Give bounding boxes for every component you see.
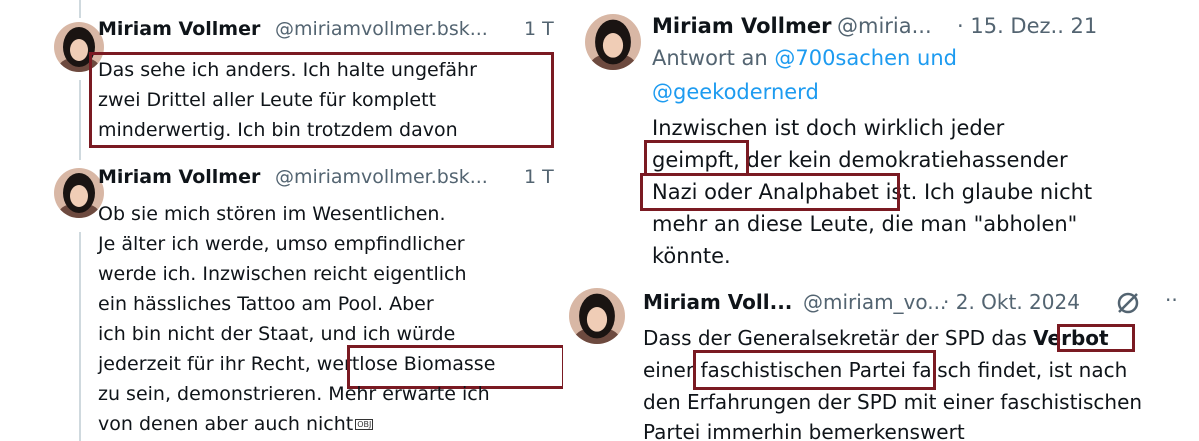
tweet-text-line: Partei immerhin bemerkenswert xyxy=(643,420,965,441)
avatar[interactable] xyxy=(585,14,641,70)
thread-panel-left: Miriam Vollmer @miriamvollmer.bsk... 1 T… xyxy=(0,0,563,441)
highlight-box xyxy=(644,140,749,176)
tweet-text-line: zu sein, demonstrieren. Mehr erwarte ich xyxy=(98,383,490,405)
author-name[interactable]: Miriam Vollmer xyxy=(98,166,260,188)
timestamp[interactable]: 1 T xyxy=(524,166,554,188)
tweet-text-segment: falsch findet, ist nach xyxy=(912,358,1128,382)
tweet-text-line: Dass der Generalsekretär der SPD das Ver… xyxy=(643,326,1109,350)
tweet-text-segment: ist. Ich glaube nicht xyxy=(885,180,1093,204)
reply-and: und xyxy=(917,46,957,70)
highlight-box xyxy=(693,350,936,390)
tweet-text-line: könnte. xyxy=(652,244,731,268)
tweet-text-line: Je älter ich werde, umso empfindlicher xyxy=(98,233,465,255)
tweet-text-line: mehr an diese Leute, die man "abholen" xyxy=(652,212,1078,236)
timestamp[interactable]: · 15. Dez.. 21 xyxy=(957,14,1097,38)
avatar[interactable] xyxy=(569,288,625,344)
object-replacement-glyph: OBJ xyxy=(355,419,374,430)
tweet-panel-bottom-right: Miriam Voll... @miriam_vo... · 2. Okt. 2… xyxy=(567,268,1199,441)
author-name[interactable]: Miriam Vollmer xyxy=(652,14,831,38)
tweet-text-line: ich bin nicht der Staat, und ich würde xyxy=(98,323,456,345)
tweet-text-line: ein hässliches Tattoo am Pool. Aber xyxy=(98,293,434,315)
tweet-text-segment: Dass der Generalsekretär der SPD das xyxy=(643,326,1027,350)
tweet-text-line: werde ich. Inzwischen reicht eigentlich xyxy=(98,263,467,285)
mention-link[interactable]: @geekodernerd xyxy=(652,80,819,104)
author-name[interactable]: Miriam Voll... xyxy=(643,290,792,314)
tweet-text-line: Ob sie mich stören im Wesentlichen. xyxy=(98,203,446,225)
highlight-box xyxy=(640,173,900,211)
timestamp[interactable]: 1 T xyxy=(524,18,554,40)
mention-link[interactable]: @700sachen xyxy=(774,46,910,70)
author-handle[interactable]: @miriamvollmer.bsk... xyxy=(275,166,488,188)
grok-icon[interactable] xyxy=(1115,290,1141,316)
highlight-box xyxy=(1057,324,1135,352)
reply-context: Antwort an @700sachen und xyxy=(652,46,957,70)
tweet-text-line: Inzwischen ist doch wirklich jeder xyxy=(652,116,1005,140)
tweet-panel-top-right: Miriam Vollmer @miria... · 15. Dez.. 21 … xyxy=(577,0,1199,268)
author-name[interactable]: Miriam Vollmer xyxy=(98,18,260,40)
tweet-text-line: den Erfahrungen der SPD mit einer faschi… xyxy=(643,390,1143,414)
thread-connector-line xyxy=(79,0,81,18)
tweet-text-segment: von denen aber auch nicht xyxy=(98,413,354,435)
tweet-text-line: von denen aber auch nicht OBJ xyxy=(98,412,374,436)
tweet-text-segment: einer xyxy=(643,358,695,382)
thread-connector-line xyxy=(79,80,81,160)
author-handle[interactable]: @miriamvollmer.bsk... xyxy=(275,18,488,40)
timestamp[interactable]: · 2. Okt. 2024 xyxy=(943,290,1080,314)
tweet-text-segment: jederzeit für ihr Recht, xyxy=(98,353,317,375)
highlight-box xyxy=(89,52,554,148)
reply-prefix: Antwort an xyxy=(652,46,768,70)
author-handle[interactable]: @miria... xyxy=(837,14,932,38)
avatar[interactable] xyxy=(54,168,104,218)
more-options-icon[interactable]: ·· xyxy=(1165,288,1178,312)
author-handle[interactable]: @miriam_vo... xyxy=(803,290,946,314)
tweet-text-segment: der kein demokratiehassender xyxy=(746,148,1068,172)
thread-connector-line xyxy=(79,232,81,441)
